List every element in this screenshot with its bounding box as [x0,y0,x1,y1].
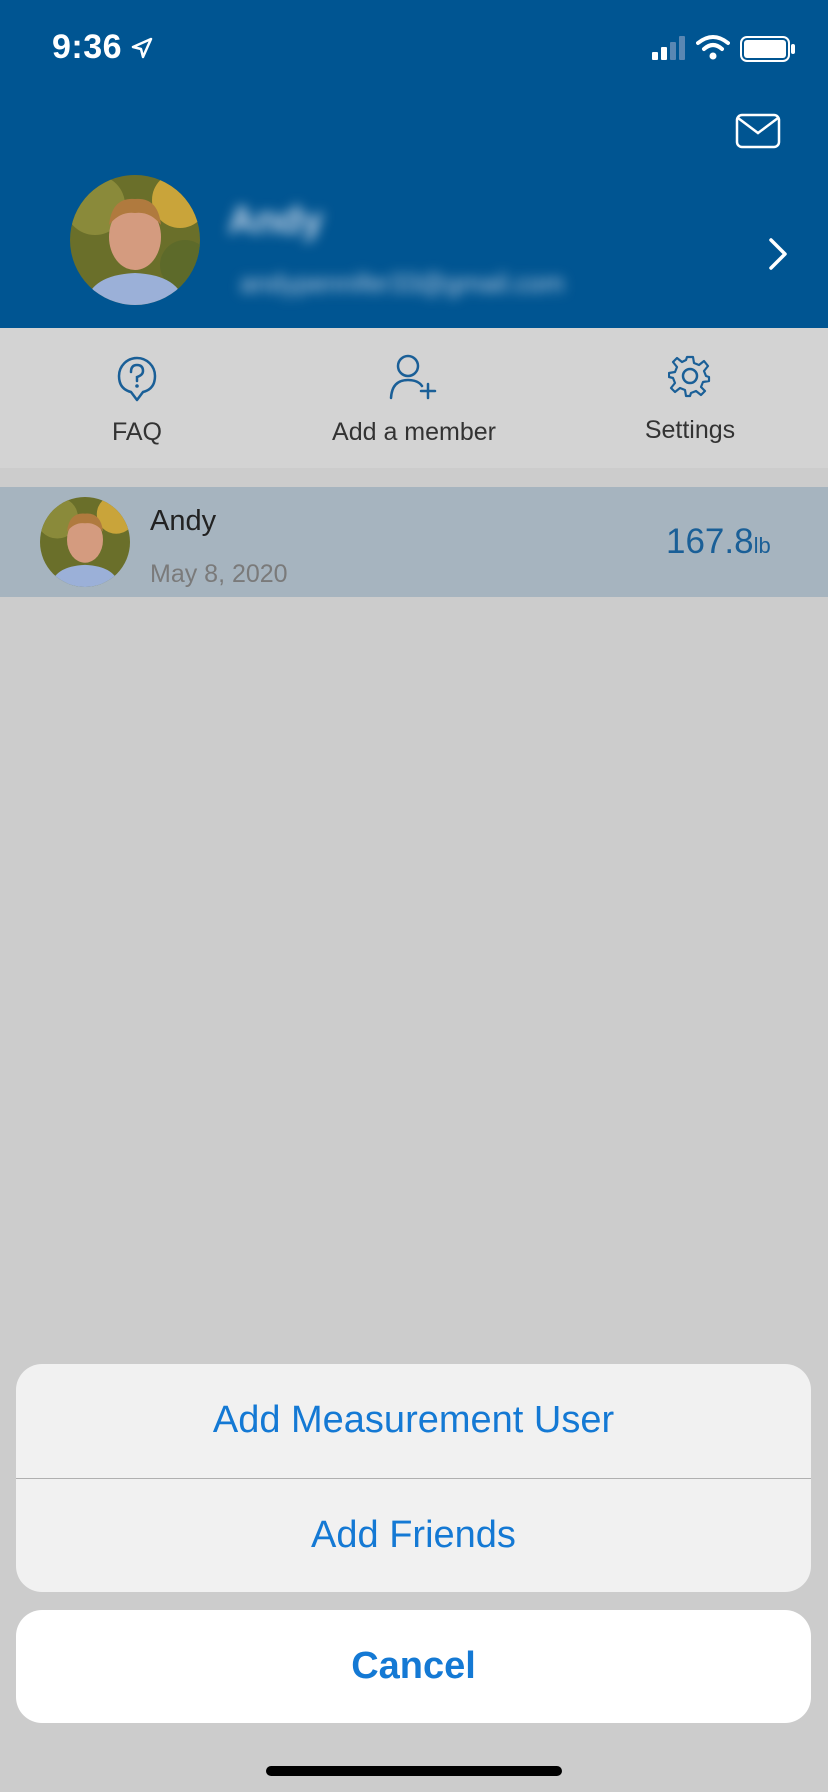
settings-label: Settings [644,416,736,444]
profile-name: Andy [228,200,323,242]
action-sheet: Add Measurement User Add Friends [16,1364,811,1592]
add-member-icon [389,354,437,400]
settings-button[interactable]: Settings [590,328,790,468]
weight-unit: lb [753,533,771,558]
faq-label: FAQ [111,418,162,446]
avatar-photo [70,175,200,305]
home-indicator[interactable] [266,1766,562,1776]
add-measurement-user-button[interactable]: Add Measurement User [16,1364,811,1477]
status-time: 9:36 [52,28,123,66]
member-name: Andy [150,505,217,537]
question-icon [117,356,157,402]
cancel-button[interactable]: Cancel [16,1610,811,1723]
weight-value: 167.8 [666,522,754,561]
wifi-icon [696,35,730,60]
member-avatar-photo [40,497,130,587]
member-avatar [40,497,130,587]
gear-icon [668,355,711,398]
battery-icon [740,36,795,62]
faq-button[interactable]: FAQ [37,328,237,468]
profile-avatar[interactable] [70,175,200,305]
chevron-right-icon[interactable] [766,236,790,272]
mail-icon[interactable] [735,112,781,150]
member-weight: 167.8lb [666,522,771,562]
add-member-label: Add a member [332,418,496,446]
add-friends-button[interactable]: Add Friends [16,1479,811,1592]
quick-actions-bar: FAQ Add a member Settings [0,328,828,468]
profile-email: andypennifer33@gmail.com [240,268,565,298]
add-member-button[interactable]: Add a member [314,328,514,468]
location-arrow-icon [131,37,153,59]
cellular-signal-icon [652,36,685,60]
member-date: May 8, 2020 [150,560,288,588]
